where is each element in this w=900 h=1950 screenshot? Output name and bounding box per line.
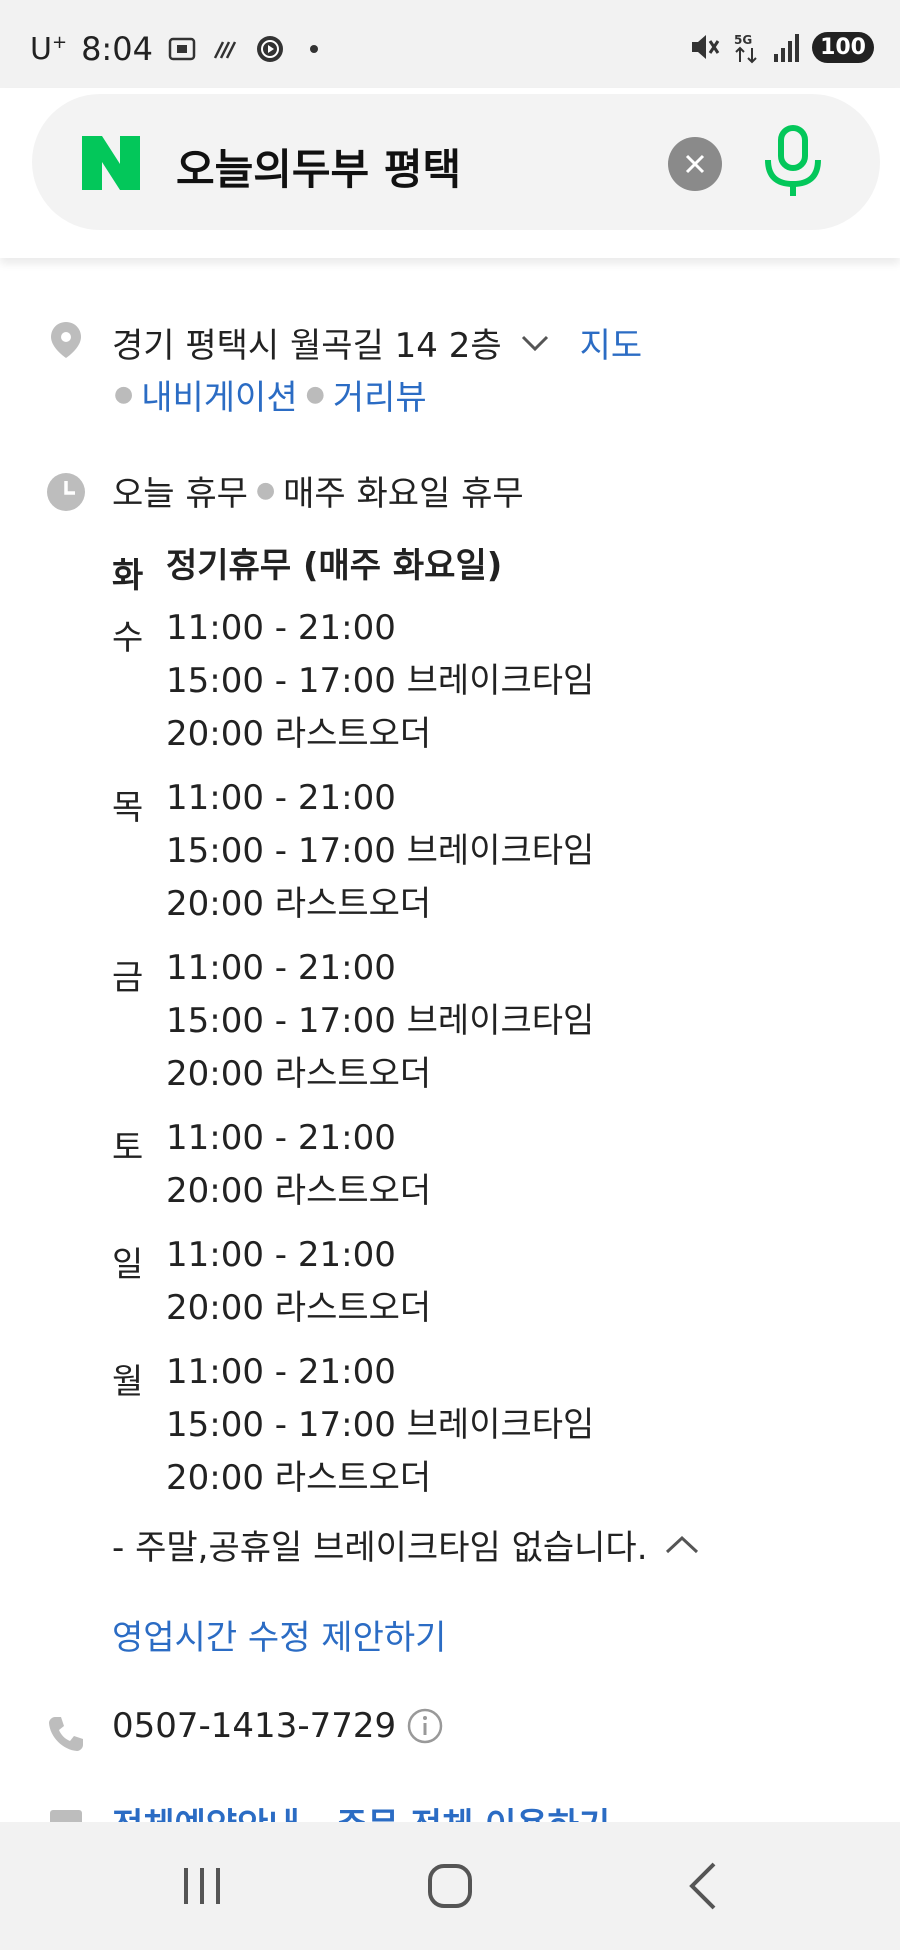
info-icon[interactable] [406, 1707, 444, 1745]
network-5g-icon: 5G [734, 33, 757, 64]
clock-icon [47, 473, 85, 511]
map-link[interactable]: 지도 [580, 318, 643, 367]
day-label: 금 [112, 958, 144, 998]
search-input[interactable]: 오늘의두부 평택 [32, 94, 880, 230]
schedule-line: 11:00 - 21:00 [166, 1118, 396, 1158]
address-links: ● 내비게이션 ● 거리뷰 [106, 370, 427, 419]
schedule-line: 20:00 라스트오더 [166, 714, 432, 754]
schedule-line: 15:00 - 17:00 브레이크타임 [166, 661, 595, 701]
wifi-calling-icon [213, 41, 237, 59]
day-label: 일 [112, 1245, 144, 1285]
schedule-line: 20:00 라스트오더 [166, 884, 432, 924]
navigation-link[interactable]: 내비게이션 [141, 370, 297, 419]
schedule-note: - 주말,공휴일 브레이크타임 없습니다. [112, 1520, 700, 1569]
phone-number[interactable]: 0507-1413-7729 [112, 1706, 396, 1746]
media-play-icon [256, 36, 283, 62]
schedule-line: 20:00 라스트오더 [166, 1054, 432, 1094]
day-label: 목 [112, 788, 144, 828]
schedule-line: 11:00 - 21:00 [166, 778, 396, 818]
schedule-line: 정기휴무 (매주 화요일) [166, 546, 503, 586]
schedule-line: 20:00 라스트오더 [166, 1458, 432, 1498]
reservation-icon [50, 1810, 82, 1823]
search-query[interactable]: 오늘의두부 평택 [176, 136, 461, 197]
schedule-line: 11:00 - 21:00 [166, 1235, 396, 1275]
chevron-down-icon[interactable] [520, 333, 550, 353]
clock: 8:04 [81, 30, 153, 68]
day-label: 월 [112, 1362, 144, 1402]
address-text: 경기 평택시 월곡길 14 2층 [112, 326, 502, 366]
reservation-row[interactable]: 전체예약안내 · 주문 전체 이용하기 [112, 1798, 610, 1823]
note-text: - 주말,공휴일 브레이크타임 없습니다. [112, 1528, 648, 1568]
svg-text:5G: 5G [734, 33, 752, 47]
schedule-line: 15:00 - 17:00 브레이크타임 [166, 1001, 595, 1041]
schedule-line: 11:00 - 21:00 [166, 608, 396, 648]
address-row: 경기 평택시 월곡길 14 2층 지도 [112, 318, 642, 367]
schedule-line: 15:00 - 17:00 브레이크타임 [166, 1405, 595, 1445]
weekly-closure: 매주 화요일 휴무 [283, 474, 524, 514]
recent-apps-icon[interactable] [172, 1856, 232, 1916]
battery-indicator: 100 [812, 31, 874, 63]
system-nav-bar [0, 1822, 900, 1950]
close-icon [685, 154, 705, 174]
day-label: 화 [112, 556, 144, 596]
schedule-line: 11:00 - 21:00 [166, 1352, 396, 1392]
chevron-up-icon[interactable] [664, 1534, 700, 1556]
notification-dot-icon [309, 45, 318, 53]
place-info-panel: 경기 평택시 월곡길 14 2층 지도 ● 내비게이션 ● 거리뷰 오늘 휴무 … [0, 258, 900, 1823]
suggest-hours-edit-link[interactable]: 영업시간 수정 제안하기 [112, 1610, 446, 1659]
search-header: 오늘의두부 평택 [0, 88, 900, 258]
schedule-line: 20:00 라스트오더 [166, 1171, 432, 1211]
schedule-line: 11:00 - 21:00 [166, 948, 396, 988]
mute-icon [692, 35, 720, 59]
phone-icon [49, 1717, 83, 1751]
status-bar: U+ 8:04 5G 100 [0, 0, 900, 88]
clear-search-button[interactable] [668, 137, 722, 191]
phone-row: 0507-1413-7729 [112, 1706, 444, 1746]
location-pin-icon [51, 322, 81, 358]
back-icon[interactable] [674, 1856, 734, 1916]
home-icon[interactable] [420, 1856, 480, 1916]
street-view-link[interactable]: 거리뷰 [333, 370, 427, 419]
day-label: 수 [112, 618, 144, 658]
today-status: 오늘 휴무 [112, 474, 248, 514]
business-status: 오늘 휴무 ● 매주 화요일 휴무 [112, 466, 524, 515]
microphone-icon[interactable] [760, 124, 826, 200]
schedule-line: 20:00 라스트오더 [166, 1288, 432, 1328]
naver-logo [82, 136, 140, 190]
schedule-line: 15:00 - 17:00 브레이크타임 [166, 831, 595, 871]
day-label: 토 [112, 1128, 144, 1168]
signal-icon [774, 34, 800, 62]
carrier-label: U+ [30, 31, 68, 67]
screenshot-icon [168, 37, 196, 61]
